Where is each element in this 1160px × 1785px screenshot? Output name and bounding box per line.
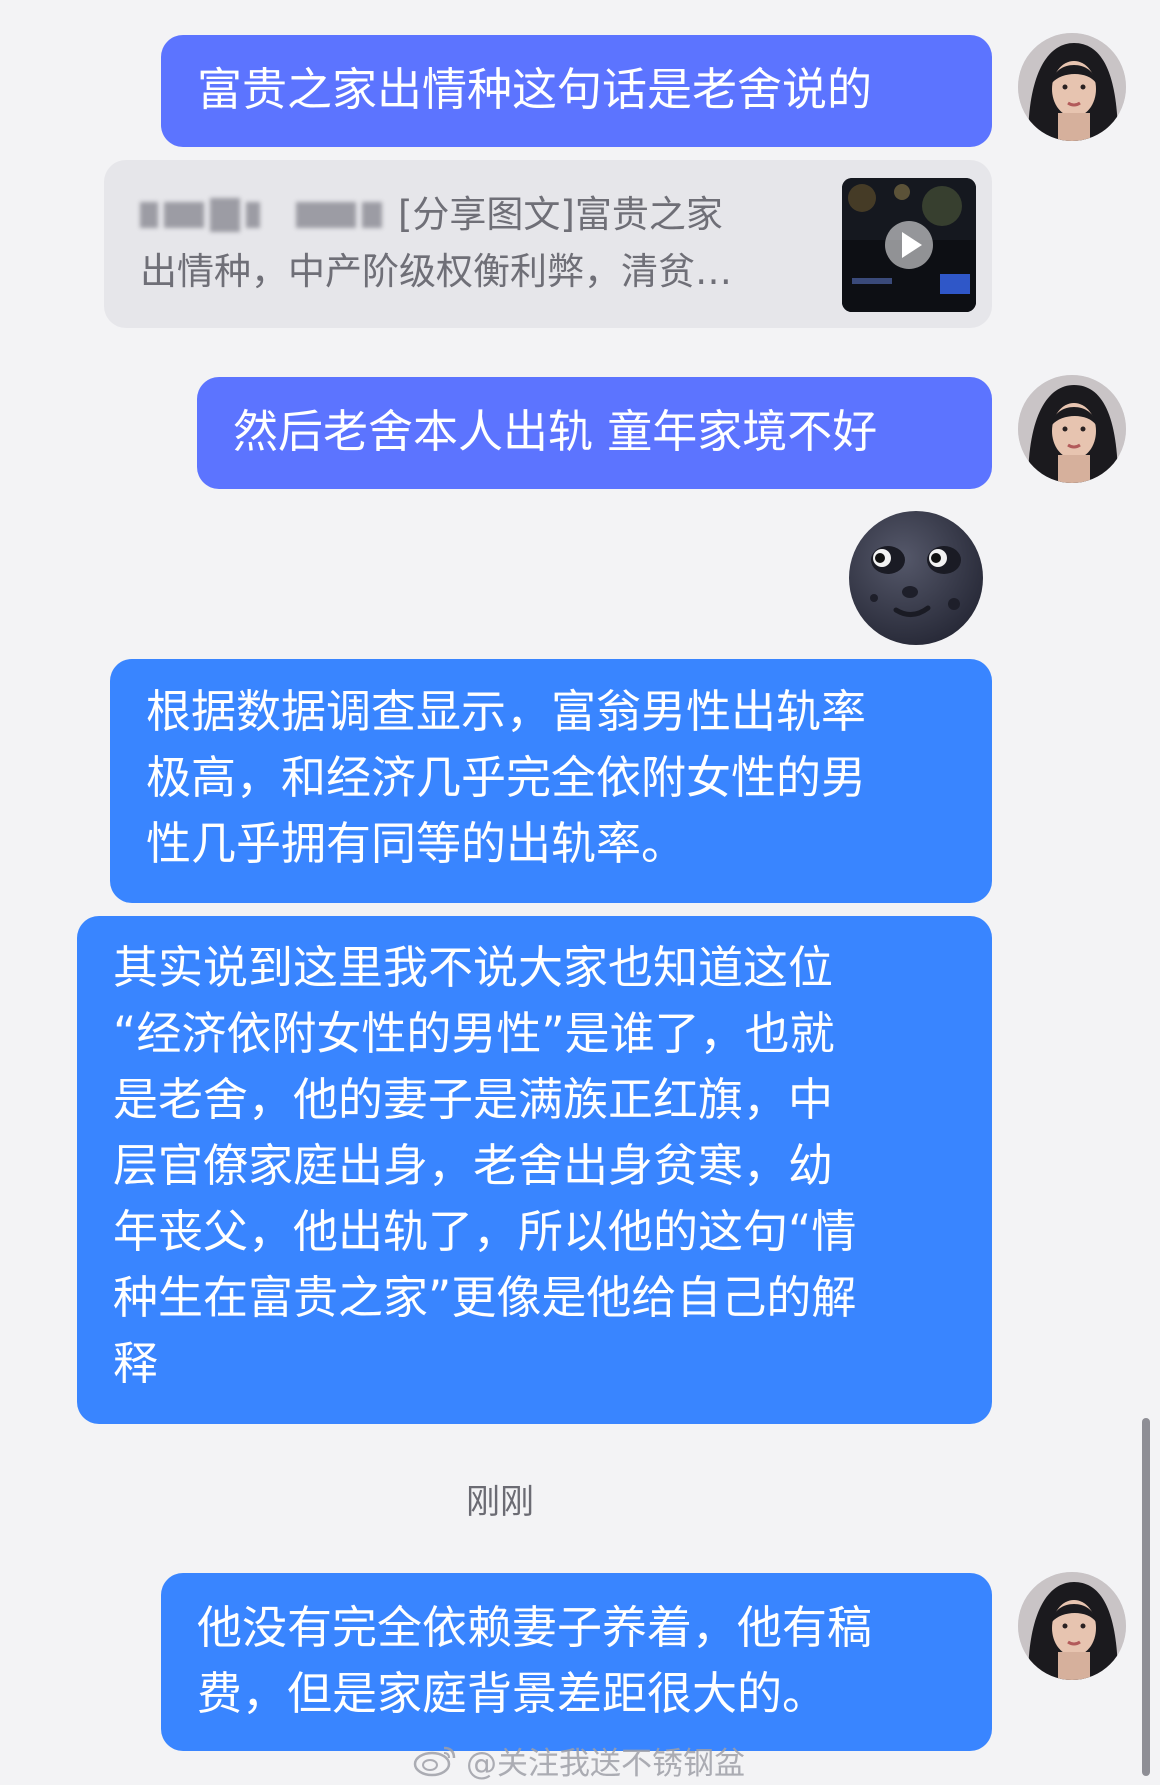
shared-post-title: [分享图文]富贵之家 <box>398 193 723 236</box>
message-bubble[interactable]: 根据数据调查显示，富翁男性出轨率 极高，和经济几乎完全依附女性的男 性几乎拥有同… <box>110 659 992 903</box>
message-bubble[interactable]: 富贵之家出情种这句话是老舍说的 <box>161 35 992 147</box>
scrollbar[interactable] <box>1142 1418 1150 1776</box>
new-moon-face-emoji[interactable] <box>846 508 986 648</box>
video-thumbnail[interactable] <box>842 178 976 312</box>
avatar[interactable] <box>1018 33 1126 141</box>
message-timestamp: 刚刚 <box>466 1482 534 1522</box>
chat-view: 富贵之家出情种这句话是老舍说的 [分享图文]富贵之家 出情种，中产阶级权衡利弊，… <box>0 0 1160 1785</box>
message-bubble[interactable]: 其实说到这里我不说大家也知道这位 “经济依附女性的男性”是谁了，也就 是老舍，他… <box>77 916 992 1424</box>
watermark-text: @关注我送不锈钢盆 <box>466 1745 745 1782</box>
weibo-logo-icon <box>413 1746 456 1777</box>
avatar[interactable] <box>1018 375 1126 483</box>
message-bubble[interactable]: 然后老舍本人出轨 童年家境不好 <box>197 377 992 489</box>
weibo-watermark: @关注我送不锈钢盆 <box>412 1738 745 1782</box>
message-bubble[interactable]: 他没有完全依赖妻子养着，他有稿 费，但是家庭背景差距很大的。 <box>161 1573 992 1751</box>
play-icon <box>885 221 933 269</box>
shared-post-card[interactable]: [分享图文]富贵之家 出情种，中产阶级权衡利弊，清贫… <box>104 160 992 328</box>
avatar[interactable] <box>1018 1572 1126 1680</box>
shared-post-excerpt: 出情种，中产阶级权衡利弊，清贫… <box>140 250 732 293</box>
blurred-sender-name <box>140 195 382 235</box>
